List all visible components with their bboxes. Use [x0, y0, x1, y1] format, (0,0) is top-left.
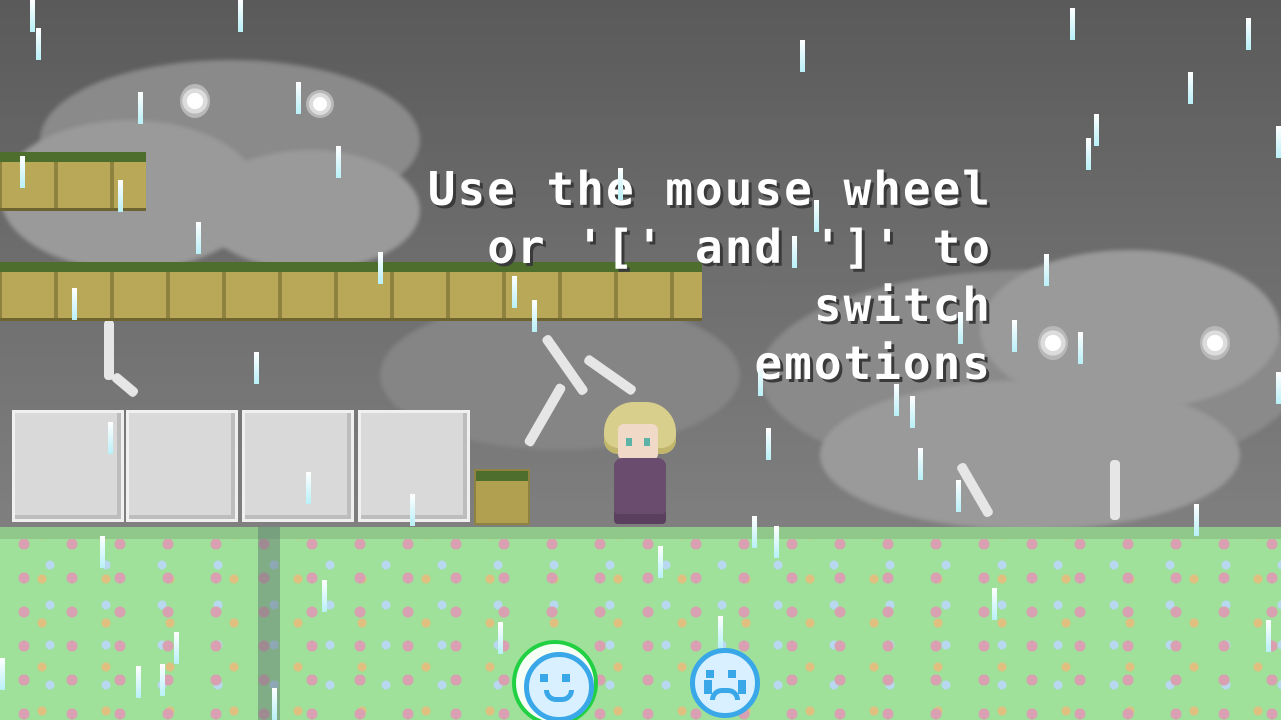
flower-meadow-ground — [0, 527, 1281, 720]
hint-line-2: or '[' and ']' to switch — [487, 220, 992, 332]
raindrop — [72, 288, 77, 320]
raindrop — [658, 546, 663, 578]
raindrop — [766, 428, 771, 460]
raindrop — [0, 658, 5, 690]
raindrop — [992, 588, 997, 620]
raindrop — [196, 222, 201, 254]
stone-block — [242, 410, 354, 522]
raindrop — [512, 276, 517, 308]
raindrop — [1276, 372, 1281, 404]
raindrop — [1246, 18, 1251, 50]
stone-block — [126, 410, 238, 522]
raindrop — [918, 448, 923, 480]
game-scene: Use the mouse wheel or '[' and ']' to sw… — [0, 0, 1281, 720]
tear-icon — [738, 680, 746, 694]
tutorial-hint-text: Use the mouse wheel or '[' and ']' to sw… — [300, 160, 992, 392]
hint-line-3: emotions — [754, 336, 992, 390]
raindrop — [1012, 320, 1017, 352]
grass-crate-block — [474, 469, 530, 525]
raindrop — [800, 40, 805, 72]
raindrop — [532, 300, 537, 332]
raindrop — [1044, 254, 1049, 286]
raindrop — [1078, 332, 1083, 364]
raindrop — [1094, 114, 1099, 146]
raindrop — [1086, 138, 1091, 170]
raindrop — [108, 422, 113, 454]
raindrop — [752, 516, 757, 548]
crying-face-icon — [690, 648, 760, 718]
raindrop — [1266, 620, 1271, 652]
character-eye — [644, 438, 650, 446]
character-face — [618, 424, 658, 460]
raindrop — [958, 312, 963, 344]
raindrop — [306, 472, 311, 504]
tear-icon — [704, 680, 712, 694]
raindrop — [254, 352, 259, 384]
raindrop — [618, 168, 623, 200]
crying-face-eyes — [706, 670, 744, 678]
cloud-eye-icon — [1038, 326, 1068, 360]
emotion-happy-button[interactable] — [512, 640, 598, 720]
raindrop — [894, 384, 899, 416]
character-body — [614, 458, 666, 524]
raindrop — [378, 252, 383, 284]
raindrop — [174, 632, 179, 664]
lightning-bolt — [1110, 460, 1120, 520]
happy-face-icon — [524, 652, 594, 720]
happy-face-eyes — [540, 674, 578, 682]
hint-line-1: Use the mouse wheel — [427, 162, 992, 216]
lightning-bolt — [110, 371, 140, 399]
ground-edge — [0, 527, 1281, 539]
raindrop — [814, 200, 819, 232]
raindrop — [1276, 126, 1281, 158]
raindrop — [238, 0, 243, 32]
raindrop — [758, 364, 763, 396]
raindrop — [136, 666, 141, 698]
raindrop — [100, 536, 105, 568]
raindrop — [1070, 8, 1075, 40]
raindrop — [1188, 72, 1193, 104]
raindrop — [774, 526, 779, 558]
raindrop — [410, 494, 415, 526]
raindrop — [910, 396, 915, 428]
raindrop — [956, 480, 961, 512]
raindrop — [30, 0, 35, 32]
raindrop — [498, 622, 503, 654]
cloud-eye-icon — [180, 84, 210, 118]
storm-cloud-right-puff2 — [820, 380, 1240, 530]
raindrop — [792, 236, 797, 268]
player-character — [600, 402, 680, 526]
raindrop — [36, 28, 41, 60]
raindrop — [272, 688, 277, 720]
raindrop — [336, 146, 341, 178]
lightning-bolt — [104, 320, 114, 380]
cloud-eye-icon — [306, 90, 334, 118]
raindrop — [322, 580, 327, 612]
raindrop — [160, 664, 165, 696]
cloud-eye-icon — [1200, 326, 1230, 360]
crying-face-mouth — [710, 688, 740, 700]
emotion-sad-button[interactable] — [682, 640, 768, 720]
raindrop — [138, 92, 143, 124]
character-eye — [626, 438, 632, 446]
raindrop — [1194, 504, 1199, 536]
raindrop — [20, 156, 25, 188]
raindrop — [296, 82, 301, 114]
raindrop — [118, 180, 123, 212]
